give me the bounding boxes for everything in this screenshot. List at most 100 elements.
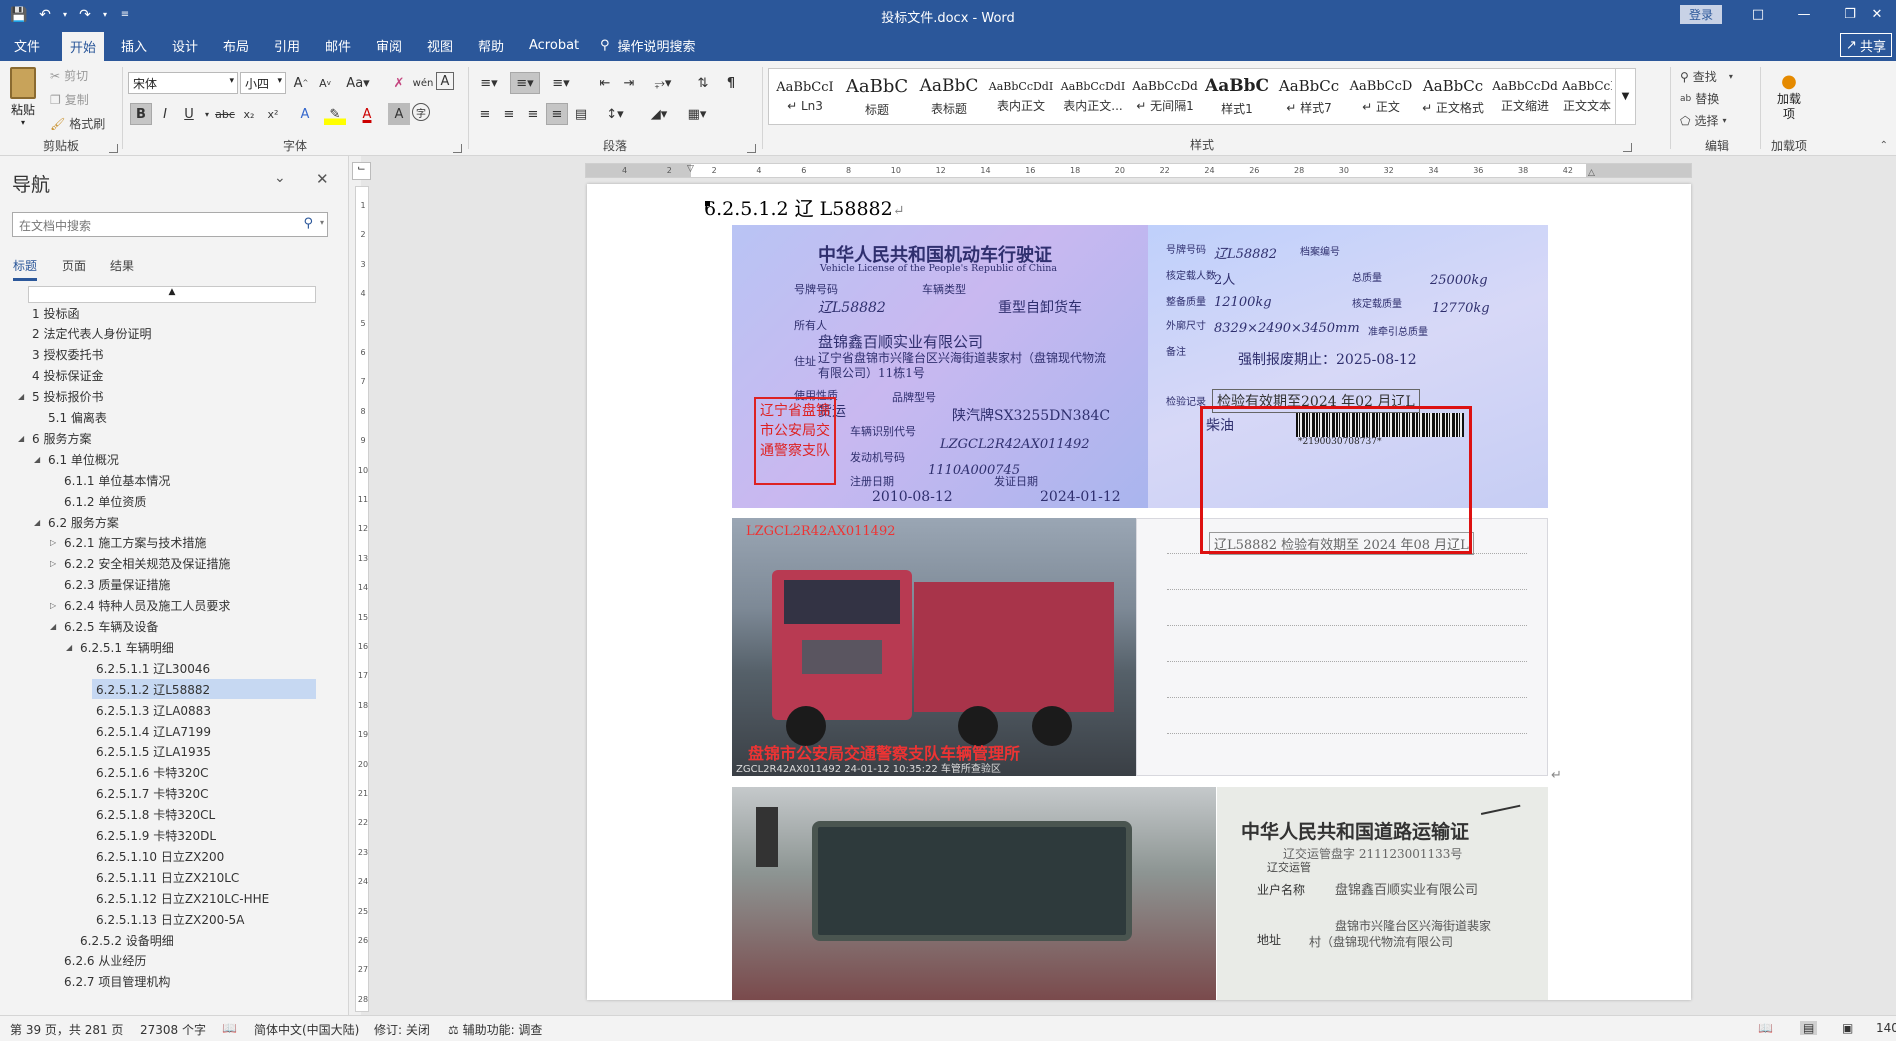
language-status[interactable]: 简体中文(中国大陆) — [254, 1021, 359, 1038]
nav-heading-item[interactable]: ◢ 6.2.5 车辆及设备 — [0, 617, 330, 637]
expanded-triangle-icon[interactable]: ◢ — [18, 392, 24, 401]
nav-heading-item[interactable]: 6.1.2 单位资质 — [0, 491, 330, 511]
save-icon[interactable]: 💾 — [8, 4, 30, 25]
style-item[interactable]: AaBbCc ↵ 正文格式 — [1417, 69, 1489, 124]
collapsed-triangle-icon[interactable]: ▷ — [50, 538, 56, 547]
expanded-triangle-icon[interactable]: ◢ — [66, 643, 72, 652]
subscript-icon[interactable]: x₂ — [238, 103, 260, 125]
section-heading[interactable]: 6.2.5.1.2 辽 L58882↵ — [704, 194, 904, 221]
nav-heading-item[interactable]: 6.2.7 项目管理机构 — [0, 972, 330, 992]
line-spacing-icon[interactable]: ↕▾ — [600, 103, 630, 125]
close-icon[interactable]: ✕ — [316, 170, 329, 188]
text-effects-icon[interactable]: A — [294, 103, 316, 125]
share-button[interactable]: ↗ 共享 — [1840, 33, 1892, 57]
nav-heading-item[interactable]: 6.2.6 从业经历 — [0, 951, 330, 971]
nav-heading-item[interactable]: 6.2.5.1.10 日立ZX200 — [0, 846, 330, 866]
nav-heading-item[interactable]: 6.2.5.1.3 辽LA0883 — [0, 700, 330, 720]
nav-heading-item[interactable]: 2 法定代表人身份证明 — [0, 324, 330, 344]
style-item[interactable]: AaBbC 标题 — [841, 69, 913, 124]
search-icon[interactable]: ⚲ — [303, 216, 313, 231]
select-button[interactable]: ⬠ 选择 ▾ — [1680, 112, 1726, 129]
distributed-icon[interactable]: ▤ — [570, 103, 592, 125]
nav-tab-pages[interactable]: 页面 — [62, 257, 86, 274]
redo-icon[interactable]: ↷ — [74, 4, 96, 25]
bold-icon[interactable]: B — [130, 103, 152, 125]
nav-heading-item[interactable]: ◢ 6.2.5.1 车辆明细 — [0, 637, 330, 657]
style-item[interactable]: AaBbC 样式1 — [1201, 69, 1273, 124]
gallery-more-icon[interactable]: ▼ — [1615, 69, 1635, 124]
style-item[interactable]: AaBbCcDdI 表内正文... — [1057, 69, 1129, 124]
nav-heading-item[interactable]: 6.2.5.1.8 卡特320CL — [0, 805, 330, 825]
indent-marker[interactable]: △ — [1588, 168, 1595, 177]
tab-review[interactable]: 审阅 — [370, 29, 408, 61]
bullets-icon[interactable]: ≡▾ — [474, 72, 504, 94]
web-layout-icon[interactable]: ▣ — [1842, 1021, 1853, 1035]
read-mode-icon[interactable]: 📖 — [1758, 1021, 1773, 1035]
nav-heading-item[interactable]: 6.2.5.1.11 日立ZX210LC — [0, 867, 330, 887]
nav-heading-item[interactable]: 6.2.5.1.5 辽LA1935 — [0, 742, 330, 762]
tab-references[interactable]: 引用 — [268, 29, 306, 61]
dialog-launcher-icon[interactable] — [1623, 143, 1632, 152]
dialog-launcher-icon[interactable] — [747, 144, 756, 153]
tab-acrobat[interactable]: Acrobat — [523, 29, 585, 61]
expanded-triangle-icon[interactable]: ◢ — [34, 518, 40, 527]
indent-marker[interactable]: ▽ — [687, 164, 694, 174]
tab-design[interactable]: 设计 — [166, 29, 204, 61]
expanded-triangle-icon[interactable]: ◢ — [34, 455, 40, 464]
shrink-font-icon[interactable]: Av — [314, 72, 336, 94]
font-size-combo[interactable]: 小四 ▾ — [240, 72, 286, 94]
ribbon-display-options-icon[interactable]: □ — [1735, 0, 1781, 29]
minimize-icon[interactable]: — — [1781, 0, 1827, 29]
chevron-down-icon[interactable]: ⌄ — [274, 170, 286, 186]
copy-button[interactable]: ❐ 复制 — [50, 91, 89, 108]
style-item[interactable]: AaBbCc ↵ 样式7 — [1273, 69, 1345, 124]
align-right-icon[interactable]: ≡ — [522, 103, 544, 125]
character-border-icon[interactable]: A — [436, 72, 454, 90]
horizontal-ruler[interactable]: ▽ △ 4 2 2 4 6 8 10 12 14 16 18 20 22 24 26 28 30 32 34 36 38… — [585, 163, 1692, 178]
sort-icon[interactable]: ⇅ — [692, 72, 714, 94]
nav-heading-item[interactable]: 6.2.3 质量保证措施 — [0, 575, 330, 595]
nav-heading-item[interactable]: ◢ 6 服务方案 — [0, 428, 330, 448]
tab-view[interactable]: 视图 — [421, 29, 459, 61]
word-count[interactable]: 27308 个字 — [140, 1021, 206, 1038]
change-case-icon[interactable]: Aa▾ — [342, 72, 374, 94]
font-name-combo[interactable]: 宋体 ▾ — [128, 72, 238, 94]
style-item[interactable]: AaBbCcD ↵ 正文 — [1345, 69, 1417, 124]
align-left-icon[interactable]: ≡ — [474, 103, 496, 125]
paste-button[interactable]: 粘贴 ▾ — [10, 67, 36, 127]
superscript-icon[interactable]: x² — [262, 103, 284, 125]
nav-heading-item[interactable]: ▷ 6.2.2 安全相关规范及保证措施 — [0, 554, 330, 574]
nav-heading-item[interactable]: 6.2.5.1.13 日立ZX200-5A — [0, 909, 330, 929]
collapsed-triangle-icon[interactable]: ▷ — [50, 559, 56, 568]
tab-selector-icon[interactable]: ⌙ — [352, 162, 371, 180]
nav-heading-item[interactable]: ◢ 5 投标报价书 — [0, 387, 330, 407]
nav-heading-item[interactable]: ▷ 6.2.1 施工方案与技术措施 — [0, 533, 330, 553]
nav-heading-item[interactable]: 6.2.5.1.4 辽LA7199 — [0, 721, 330, 741]
highlight-icon[interactable]: ✎ — [324, 103, 346, 125]
nav-heading-item[interactable]: 3 授权委托书 — [0, 345, 330, 365]
grow-font-icon[interactable]: A ^ — [290, 72, 312, 94]
proofing-icon[interactable]: 📖 — [222, 1021, 237, 1035]
shading-icon[interactable]: ◢▾ — [644, 103, 674, 125]
expanded-triangle-icon[interactable]: ◢ — [50, 622, 56, 631]
nav-heading-item[interactable]: ◢ 6.2 服务方案 — [0, 512, 330, 532]
nav-tab-results[interactable]: 结果 — [110, 257, 134, 274]
strikethrough-icon[interactable]: abc — [214, 103, 236, 125]
decrease-indent-icon[interactable]: ⇤ — [594, 72, 616, 94]
align-center-icon[interactable]: ≡ — [498, 103, 520, 125]
numbering-icon[interactable]: ≡▾ — [510, 72, 540, 94]
chevron-down-icon[interactable]: ▾ — [100, 4, 110, 25]
cut-button[interactable]: ✂ 剪切 — [50, 67, 88, 84]
tab-layout[interactable]: 布局 — [217, 29, 255, 61]
vertical-ruler[interactable]: 1 2 3 4 5 6 7 8 9 10 11 12 13 14 15 16 17 18 19 20 21 22 23 24 2… — [355, 186, 369, 1012]
phonetic-guide-icon[interactable]: wén — [412, 72, 434, 94]
nav-heading-item[interactable]: 6.2.5.2 设备明细 — [0, 930, 330, 950]
justify-icon[interactable]: ≡ — [546, 103, 568, 125]
nav-heading-item[interactable]: 1 投标函 — [0, 303, 330, 323]
chevron-down-icon[interactable]: ▾ — [60, 4, 70, 25]
nav-heading-item[interactable]: 6.2.5.1.7 卡特320C — [0, 784, 330, 804]
addins-button[interactable]: ● 加载项 — [1766, 71, 1812, 122]
undo-icon[interactable]: ↶ — [34, 4, 56, 25]
tell-me-search[interactable]: ⚲ 操作说明搜索 — [600, 29, 696, 61]
nav-heading-item[interactable]: 6.2.5.1.6 卡特320C — [0, 763, 330, 783]
